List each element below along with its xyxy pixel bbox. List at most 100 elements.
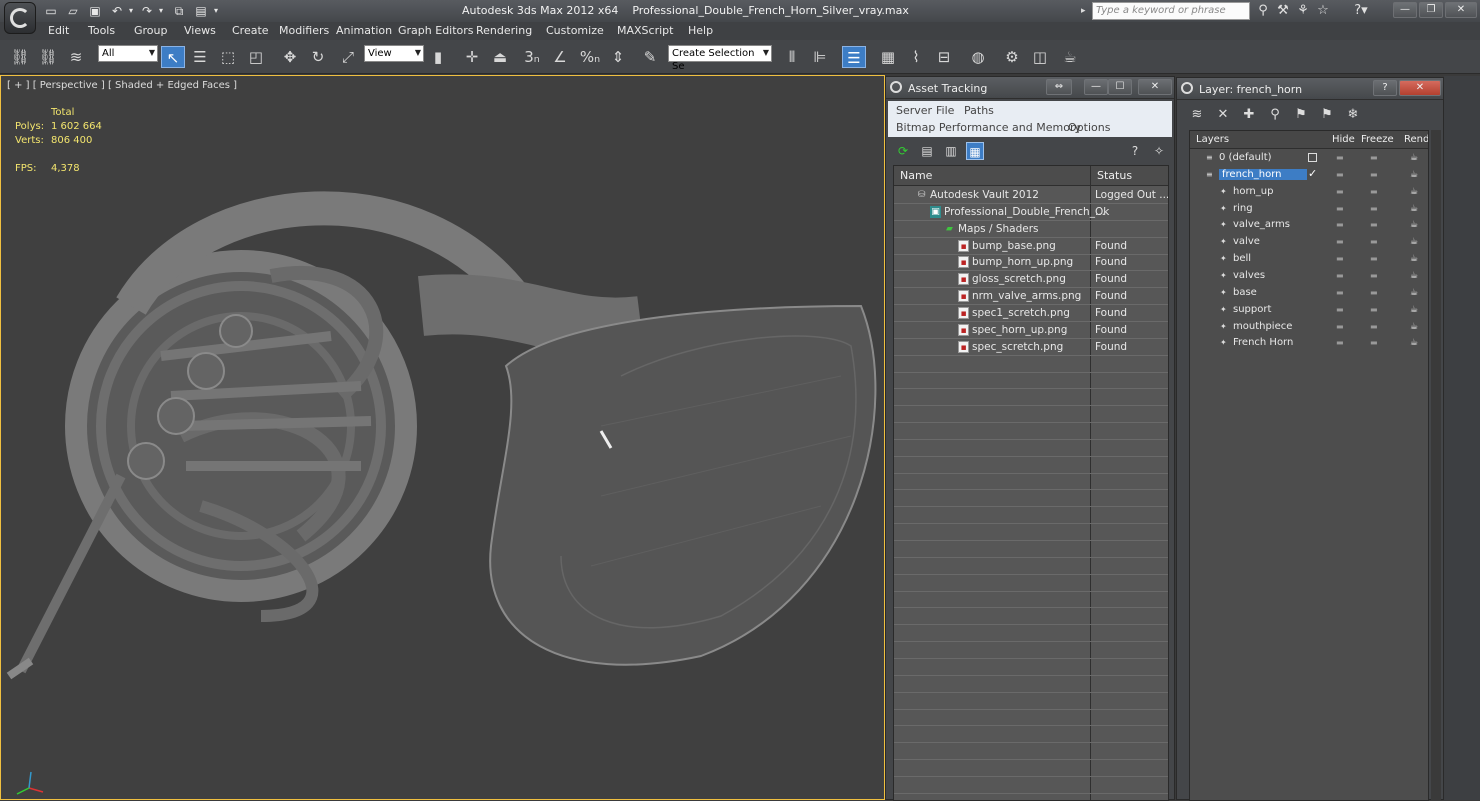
- rendered-frame-window-icon[interactable]: ◫: [1028, 46, 1052, 68]
- layer-object-row[interactable]: ✦ French Horn ▬ ▬ ☕: [1190, 335, 1428, 352]
- select-and-link-icon[interactable]: ⛓: [8, 46, 32, 68]
- asset-row[interactable]: ▣ Professional_Double_French_... Ok: [894, 204, 1168, 221]
- angle-snap-icon[interactable]: ∠: [548, 46, 572, 68]
- layer-object-row[interactable]: ✦ mouthpiece ▬ ▬ ☕: [1190, 319, 1428, 336]
- asset-row[interactable]: ▪ bump_horn_up.png Found: [894, 254, 1168, 272]
- layer-row[interactable]: ≡ french_horn ▬ ▬ ☕ ✓: [1190, 167, 1428, 184]
- bind-space-warp-icon[interactable]: ≋: [64, 46, 88, 68]
- hide-toggle[interactable]: ▬: [1336, 204, 1348, 212]
- rectangular-selection-icon[interactable]: ⬚: [216, 46, 240, 68]
- render-teapot-icon[interactable]: ☕: [1410, 220, 1422, 230]
- hide-toggle[interactable]: ▬: [1336, 271, 1348, 279]
- freeze-toggle[interactable]: ▬: [1370, 255, 1382, 263]
- freeze-toggle[interactable]: ▬: [1370, 170, 1382, 178]
- menu-rendering[interactable]: Rendering: [476, 24, 532, 37]
- layer-object-row[interactable]: ✦ ring ▬ ▬ ☕: [1190, 201, 1428, 218]
- open-file-icon[interactable]: ▱: [64, 3, 82, 19]
- pivot-center-icon[interactable]: ▮: [426, 46, 450, 68]
- save-icon[interactable]: ▣: [86, 3, 104, 19]
- help-icon[interactable]: ?: [1126, 142, 1144, 160]
- freeze-toggle[interactable]: ▬: [1370, 187, 1382, 195]
- selection-filter-select[interactable]: All ▼: [98, 45, 158, 62]
- select-and-manipulate-icon[interactable]: ✛: [460, 46, 484, 68]
- at-menu-paths[interactable]: Paths: [964, 104, 994, 117]
- menu-customize[interactable]: Customize: [546, 24, 604, 37]
- layer-name[interactable]: valve_arms: [1233, 219, 1290, 230]
- render-teapot-icon[interactable]: ☕: [1410, 170, 1422, 180]
- at-menu-file[interactable]: File: [936, 104, 954, 117]
- spinner-snap-icon[interactable]: ⇕: [606, 46, 630, 68]
- hide-toggle[interactable]: ▬: [1336, 339, 1348, 347]
- asset-row[interactable]: ▪ spec_scretch.png Found: [894, 339, 1168, 356]
- select-object-icon[interactable]: ↖: [161, 46, 185, 68]
- at-menu-bitmap-performance[interactable]: Bitmap Performance and Memory: [896, 121, 1081, 134]
- select-by-name-icon[interactable]: ☰: [188, 46, 212, 68]
- search-expand-icon[interactable]: ▸: [1081, 3, 1091, 19]
- highlight-layer-icon[interactable]: ⚑: [1291, 106, 1311, 124]
- asset-row[interactable]: ▪ spec1_scretch.png Found: [894, 305, 1168, 322]
- edit-named-selection-icon[interactable]: ✎: [638, 46, 662, 68]
- menu-maxscript[interactable]: MAXScript: [617, 24, 673, 37]
- communication-icon[interactable]: ⚘: [1294, 3, 1312, 19]
- percent-snap-icon[interactable]: %ₙ: [578, 46, 602, 68]
- layer-object-row[interactable]: ✦ valve ▬ ▬ ☕: [1190, 234, 1428, 251]
- menu-views[interactable]: Views: [184, 24, 216, 37]
- col-freeze[interactable]: Freeze: [1361, 134, 1394, 145]
- app-menu-logo[interactable]: [4, 2, 36, 34]
- col-layers[interactable]: Layers: [1196, 134, 1229, 145]
- layer-name[interactable]: French Horn: [1233, 337, 1293, 348]
- menu-animation[interactable]: Animation: [336, 24, 392, 37]
- keyboard-shortcut-override-icon[interactable]: ⏏: [488, 46, 512, 68]
- window-crossing-icon[interactable]: ◰: [244, 46, 268, 68]
- graphite-modeling-icon[interactable]: ▦: [876, 46, 900, 68]
- freeze-toggle[interactable]: ▬: [1370, 339, 1382, 347]
- undo-dropdown-icon[interactable]: ▾: [126, 3, 136, 19]
- select-and-move-icon[interactable]: ✥: [278, 46, 302, 68]
- table-view-icon[interactable]: ▦: [966, 142, 984, 160]
- render-teapot-icon[interactable]: ☕: [1410, 204, 1422, 214]
- panel-minimize-button[interactable]: —: [1084, 79, 1108, 95]
- menu-graph-editors[interactable]: Graph Editors: [398, 24, 474, 37]
- layer-object-row[interactable]: ✦ bell ▬ ▬ ☕: [1190, 251, 1428, 268]
- viewport-label[interactable]: [ + ] [ Perspective ] [ Shaded + Edged F…: [7, 80, 237, 91]
- snaps-toggle-icon[interactable]: 3ₙ: [520, 46, 544, 68]
- at-menu-server[interactable]: Server: [896, 104, 932, 117]
- menu-modifiers[interactable]: Modifiers: [279, 24, 329, 37]
- search-input[interactable]: Type a keyword or phrase: [1092, 2, 1250, 20]
- subscription-icon[interactable]: ⚒: [1274, 3, 1292, 19]
- asset-row[interactable]: ▪ bump_base.png Found: [894, 238, 1168, 255]
- material-editor-icon[interactable]: ◍: [966, 46, 990, 68]
- freeze-toggle[interactable]: ▬: [1370, 154, 1382, 162]
- named-selection-select[interactable]: Create Selection Se ▼: [668, 45, 772, 72]
- maximize-button[interactable]: ❐: [1419, 2, 1443, 18]
- project-folder-icon[interactable]: ▤: [192, 3, 210, 19]
- current-layer-checkbox[interactable]: [1308, 153, 1317, 162]
- layer-object-row[interactable]: ✦ valves ▬ ▬ ☕: [1190, 268, 1428, 285]
- hide-toggle[interactable]: ▬: [1336, 187, 1348, 195]
- quick-access-dropdown-icon[interactable]: ▾: [210, 3, 222, 19]
- menu-group[interactable]: Group: [134, 24, 168, 37]
- panel-close-button[interactable]: ✕: [1138, 79, 1172, 95]
- layer-object-row[interactable]: ✦ base ▬ ▬ ☕: [1190, 285, 1428, 302]
- help-icon[interactable]: ?▾: [1348, 3, 1374, 19]
- hide-toggle[interactable]: ▬: [1336, 221, 1348, 229]
- freeze-toggle[interactable]: ▬: [1370, 271, 1382, 279]
- layer-name[interactable]: mouthpiece: [1233, 321, 1292, 332]
- asset-row[interactable]: ▪ spec_horn_up.png Found: [894, 322, 1168, 339]
- close-button[interactable]: ✕: [1445, 2, 1477, 18]
- layer-name[interactable]: support: [1233, 304, 1271, 315]
- layer-object-row[interactable]: ✦ horn_up ▬ ▬ ☕: [1190, 184, 1428, 201]
- layer-help-button[interactable]: ?: [1373, 80, 1397, 96]
- layer-name[interactable]: bell: [1233, 253, 1251, 264]
- hide-toggle[interactable]: ▬: [1336, 238, 1348, 246]
- hide-toggle[interactable]: ▬: [1336, 154, 1348, 162]
- schematic-view-icon[interactable]: ⊟: [932, 46, 956, 68]
- freeze-toggle[interactable]: ▬: [1370, 288, 1382, 296]
- current-layer-check-icon[interactable]: ✓: [1308, 167, 1317, 180]
- reference-coordinate-select[interactable]: View ▼: [364, 45, 424, 62]
- refresh-icon[interactable]: ⟳: [894, 142, 912, 160]
- freeze-all-layers-icon[interactable]: ❄: [1343, 106, 1363, 124]
- render-teapot-icon[interactable]: ☕: [1410, 187, 1422, 197]
- delete-layer-icon[interactable]: ✕: [1213, 106, 1233, 124]
- render-teapot-icon[interactable]: ☕: [1410, 254, 1422, 264]
